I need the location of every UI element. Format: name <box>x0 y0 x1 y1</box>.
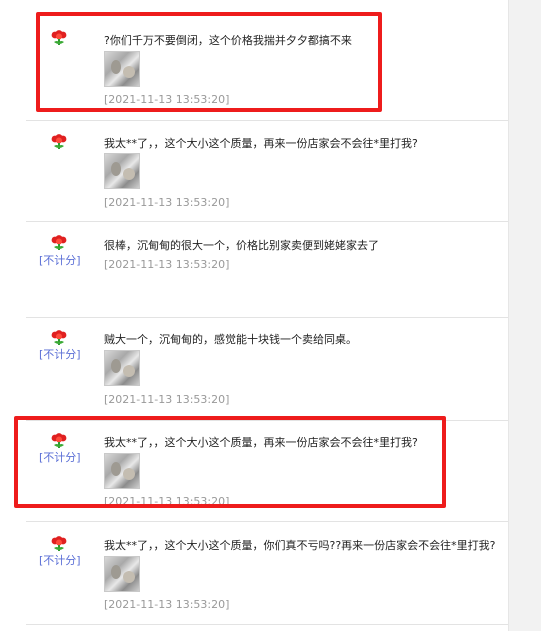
review-photo[interactable] <box>104 556 140 592</box>
review-text: 很棒，沉甸甸的很大一个，价格比别家卖便到姥姥家去了 <box>104 239 379 252</box>
red-flower-icon <box>51 536 67 551</box>
review-photo[interactable] <box>104 153 140 189</box>
review-item: [不计分] 很棒，沉甸甸的很大一个，价格比别家卖便到姥姥家去了 [2021-11… <box>26 221 508 318</box>
review-item: [不计分] 贼大一个，沉甸甸的，感觉能十块钱一个卖给同桌。 [2021-11-1… <box>26 317 508 421</box>
review-time: [2021-11-13 13:53:20] <box>104 393 230 406</box>
highlight-box-2 <box>14 416 446 508</box>
review-text: 贼大一个，沉甸甸的，感觉能十块钱一个卖给同桌。 <box>104 333 357 346</box>
review-text: 我太**了，，这个大小这个质量，再来一份店家会不会往*里打我? <box>104 137 418 150</box>
review-item: [不计分] 我太**了，，这个大小这个质量，你们真不亏吗??再来一份店家会不会往… <box>26 521 508 625</box>
highlight-box-1 <box>36 12 382 112</box>
review-time: [2021-11-13 13:53:20] <box>104 598 230 611</box>
review-time: [2021-11-13 13:53:20] <box>104 258 230 271</box>
not-counted-badge: [不计分] <box>39 348 81 361</box>
red-flower-icon <box>51 330 67 345</box>
review-text: 我太**了，，这个大小这个质量，你们真不亏吗??再来一份店家会不会往*里打我? <box>104 539 496 552</box>
not-counted-badge: [不计分] <box>39 254 81 267</box>
review-time: [2021-11-13 13:53:20] <box>104 196 230 209</box>
not-counted-badge: [不计分] <box>39 554 81 567</box>
red-flower-icon <box>51 134 67 149</box>
red-flower-icon <box>51 235 67 250</box>
review-photo[interactable] <box>104 350 140 386</box>
review-item: 我太**了，，这个大小这个质量，再来一份店家会不会往*里打我? [2021-11… <box>26 120 508 222</box>
